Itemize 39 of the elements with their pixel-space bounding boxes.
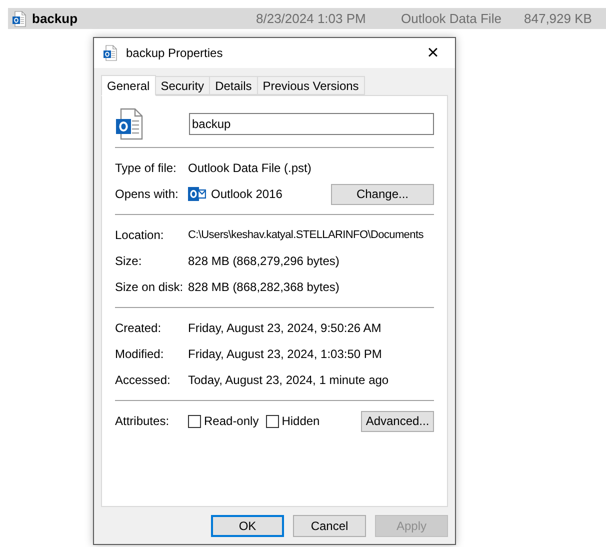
- outlook-file-icon: [11, 10, 27, 26]
- change-button[interactable]: Change...: [331, 184, 434, 204]
- tab[interactable]: General: [101, 75, 156, 96]
- property-value: 828 MB (868,279,296 bytes): [188, 253, 340, 270]
- property-value: 828 MB (868,282,368 bytes): [188, 279, 340, 296]
- attribute-checkbox[interactable]: Hidden: [266, 412, 320, 430]
- property-value: Outlook 2016: [211, 186, 282, 203]
- outlook-file-icon: [115, 108, 143, 140]
- file-row[interactable]: backup 8/23/2024 1:03 PM Outlook Data File 847,929 KB: [8, 8, 606, 29]
- property-label: Modified:: [115, 346, 165, 363]
- advanced-button[interactable]: Advanced...: [361, 410, 434, 432]
- dialog-button[interactable]: Cancel: [293, 515, 366, 537]
- property-label: Opens with:: [115, 186, 180, 203]
- file-name-field[interactable]: backup: [189, 113, 434, 135]
- attribute-checkbox[interactable]: Read-only: [188, 412, 259, 430]
- property-label: Accessed:: [115, 372, 172, 389]
- file-date: 8/23/2024 1:03 PM: [256, 10, 367, 28]
- file-type: Outlook Data File: [401, 10, 502, 28]
- property-value: Today, August 23, 2024, 1 minute ago: [188, 372, 389, 389]
- property-value: Outlook Data File (.pst): [188, 160, 312, 177]
- property-label: Size:: [115, 253, 143, 270]
- tab[interactable]: Previous Versions: [256, 76, 365, 95]
- property-label: Size on disk:: [115, 279, 184, 296]
- property-label: Created:: [115, 320, 162, 337]
- dialog-button[interactable]: OK: [211, 515, 284, 537]
- outlook-file-icon: [102, 45, 118, 61]
- outlook-app-icon: [188, 186, 206, 202]
- property-value: Friday, August 23, 2024, 9:50:26 AM: [188, 320, 382, 337]
- tab[interactable]: Security: [154, 76, 210, 95]
- property-value: Friday, August 23, 2024, 1:03:50 PM: [188, 346, 382, 363]
- file-size: 847,929 KB: [524, 10, 592, 28]
- tab[interactable]: Details: [209, 76, 258, 95]
- property-value: C:\Users\keshav.katyal.STELLARINFO\Documents: [188, 228, 424, 243]
- property-label: Location:: [115, 227, 165, 244]
- window-title: backup Properties: [126, 45, 223, 62]
- file-name: backup: [32, 10, 79, 28]
- property-label: Attributes:: [115, 413, 170, 430]
- close-button[interactable]: ×: [419, 41, 447, 65]
- property-label: Type of file:: [115, 160, 178, 177]
